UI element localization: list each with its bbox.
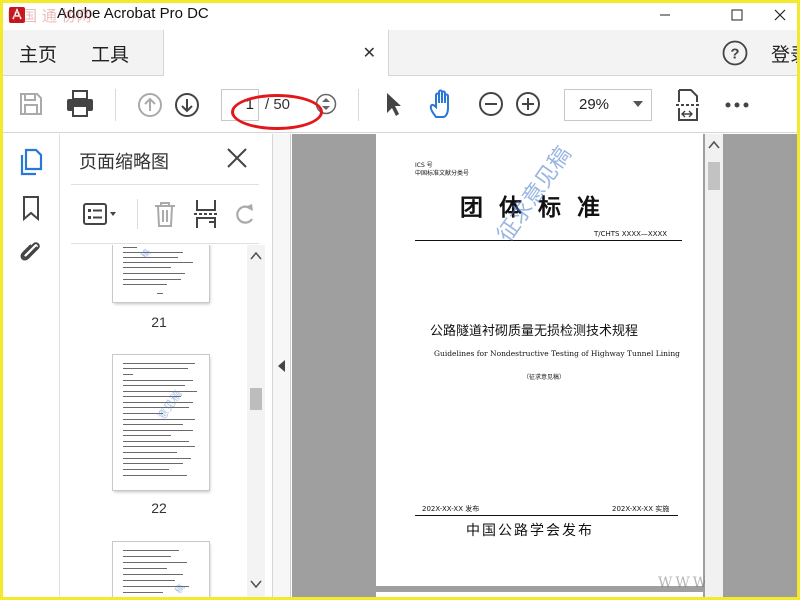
print-button[interactable] <box>63 89 97 119</box>
toolbar: 1 / 50 29% <box>3 77 797 133</box>
rotate-icon <box>236 204 253 224</box>
close-panel-icon[interactable] <box>225 146 249 170</box>
thumbnail-watermark: 意见稿 <box>155 388 185 423</box>
maximize-button[interactable] <box>715 3 759 27</box>
zoom-in-button[interactable] <box>514 90 542 118</box>
publisher: 中国公路学会发布 <box>466 523 594 539</box>
printer-icon <box>67 90 93 117</box>
toolbar-separator <box>137 199 138 229</box>
document-tab[interactable]: ✕ <box>163 30 389 76</box>
navigation-rail <box>3 134 60 597</box>
overlay-watermark: 中国 通 协网 <box>7 7 92 25</box>
options-menu-icon <box>83 203 116 225</box>
next-page-edge <box>376 592 703 597</box>
thumbnails-panel-title: 页面缩略图 <box>79 152 169 173</box>
tab-tools[interactable]: 工具 <box>91 40 129 67</box>
page-thumbnails-icon[interactable] <box>17 148 45 176</box>
rotate-page-button[interactable] <box>231 199 259 229</box>
maximize-icon <box>731 9 743 21</box>
zoom-value: 29% <box>579 96 610 113</box>
classification-number: 中国标准文献分类号 <box>415 170 470 177</box>
document-title-cn: 公路隧道衬砌质量无损检测技术规程 <box>430 324 639 339</box>
document-scrollbar[interactable] <box>705 134 723 597</box>
hand-icon <box>429 89 449 118</box>
document-view[interactable]: ICS 号 中国标准文献分类号 团 体 标 准 T/CHTS XXXX—XXXX… <box>292 134 797 597</box>
scrollbar-thumb[interactable] <box>708 162 720 190</box>
implementation-date: 202X-XX-XX 实施 <box>612 505 670 513</box>
extract-page-button[interactable] <box>191 197 221 231</box>
cursor-arrow-icon <box>387 93 401 116</box>
close-icon <box>774 9 786 21</box>
save-icon <box>20 93 42 115</box>
select-tool-button[interactable] <box>379 89 407 119</box>
zoom-in-icon <box>516 92 540 116</box>
scroll-down-icon[interactable] <box>250 579 262 589</box>
zoom-out-button[interactable] <box>477 90 505 118</box>
save-button[interactable] <box>17 90 45 118</box>
thumbnail-page-number: 22 <box>151 500 167 516</box>
page-thumbnail[interactable]: 稿 <box>113 542 209 597</box>
chevron-down-icon <box>633 101 643 107</box>
title-bar: Adobe Acrobat Pro DC 中国 通 协网 <box>3 3 797 29</box>
minimize-icon <box>660 14 670 16</box>
thumbnail-list: 稿 21 意见稿 22 稿 <box>61 245 247 597</box>
scroll-up-icon[interactable] <box>708 140 720 150</box>
menu-bar: 主页 工具 ✕ ? 登录 <box>3 30 797 76</box>
document-title-en: Guidelines for Nondestructive Testing of… <box>434 349 680 358</box>
scrollbar-thumb[interactable] <box>250 388 262 410</box>
svg-text:?: ? <box>730 46 739 63</box>
collapse-left-icon[interactable] <box>278 360 285 372</box>
previous-page-button[interactable] <box>135 90 165 120</box>
page-thumbnail[interactable]: 意见稿 <box>113 355 209 490</box>
hand-tool-button[interactable] <box>425 88 459 120</box>
thumbnails-panel: 页面缩略图 稿 21 意见稿 22 稿 <box>61 134 273 597</box>
draft-note: （征求意见稿） <box>523 374 566 381</box>
toolbar-separator <box>115 89 116 121</box>
trash-icon <box>155 202 175 227</box>
help-icon[interactable]: ? <box>722 40 748 66</box>
toolbar-separator <box>358 89 359 121</box>
thumbnail-watermark: 稿 <box>139 247 153 261</box>
fit-page-button[interactable] <box>671 86 703 124</box>
close-document-tab-icon[interactable]: ✕ <box>363 43 376 63</box>
delete-page-button[interactable] <box>151 199 179 229</box>
arrow-down-circle-icon <box>175 93 199 117</box>
login-button[interactable]: 登录 <box>771 40 797 67</box>
more-icon <box>725 102 749 108</box>
minimize-button[interactable] <box>643 3 687 27</box>
thumbnails-toolbar <box>71 184 259 244</box>
tab-home[interactable]: 主页 <box>19 40 57 67</box>
arrow-up-circle-icon <box>138 93 162 117</box>
next-page-button[interactable] <box>172 90 202 120</box>
fit-width-icon <box>676 89 700 121</box>
standard-code: T/CHTS XXXX—XXXX <box>594 230 668 238</box>
thumbnails-scrollbar[interactable] <box>247 245 265 597</box>
bookmark-icon[interactable] <box>17 194 45 222</box>
scroll-up-icon[interactable] <box>250 251 262 261</box>
split-page-icon <box>194 200 218 228</box>
footer-rule <box>415 515 678 516</box>
close-window-button[interactable] <box>763 3 797 27</box>
thumbnail-options-button[interactable] <box>81 199 121 229</box>
thumbnail-watermark: 稿 <box>173 582 187 596</box>
thumbnail-page-number: 21 <box>151 314 167 330</box>
header-rule <box>415 240 682 241</box>
zoom-select[interactable]: 29% <box>564 89 652 121</box>
issue-date: 202X-XX-XX 发布 <box>422 505 480 513</box>
attachment-icon[interactable] <box>17 238 45 266</box>
page-thumbnail[interactable]: 稿 <box>113 245 209 302</box>
more-tools-button[interactable] <box>723 91 751 119</box>
red-annotation-ellipse <box>231 94 323 130</box>
panel-collapse-strip[interactable] <box>273 134 291 597</box>
zoom-out-icon <box>479 92 503 116</box>
acrobat-window: Adobe Acrobat Pro DC 中国 通 协网 主页 工具 ✕ ? 登… <box>0 0 800 600</box>
url-watermark: WWW <box>658 575 711 591</box>
